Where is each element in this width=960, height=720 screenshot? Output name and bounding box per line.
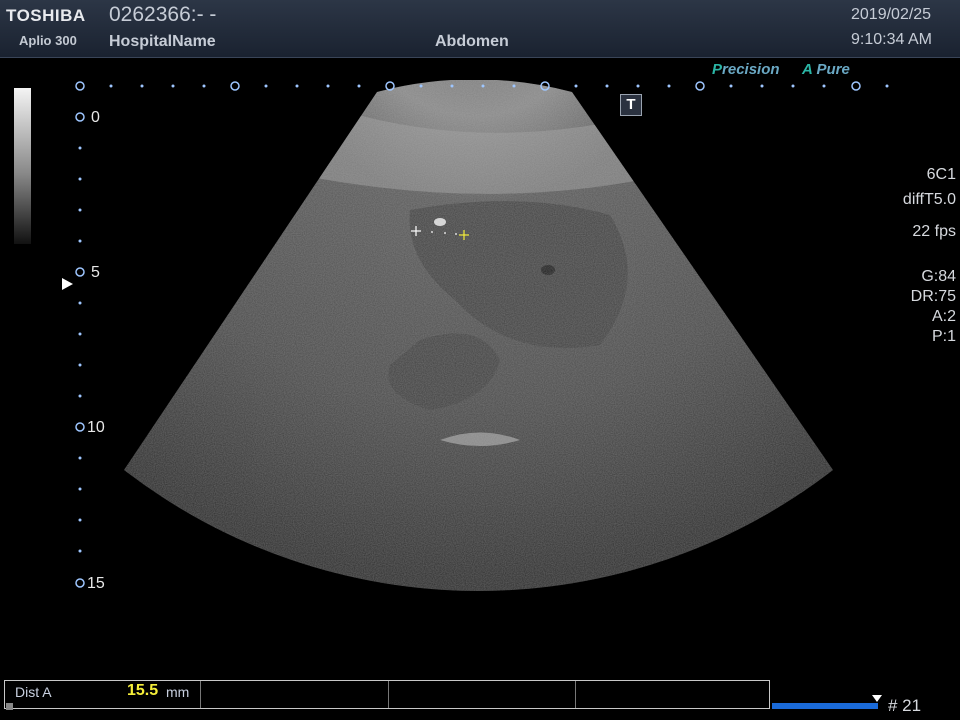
scale-minor [295,84,299,88]
depth-minor [78,301,82,305]
measurement-unit: mm [166,684,190,700]
measurement-table: Dist A 15.5 mm [4,680,770,709]
p-value: P:1 [931,328,956,345]
depth-major [75,578,85,588]
scale-minor [202,84,206,88]
measurement-cell-empty[interactable] [389,681,576,708]
depth-label-15: 15 [87,575,105,592]
depth-minor [78,394,82,398]
measurement-label: Dist A [15,684,52,700]
depth-minor [78,363,82,367]
scale-minor [605,84,609,88]
frame-rate: 22 fps [912,223,956,240]
measurement-cell-empty[interactable] [576,681,769,708]
scale-minor [512,84,516,88]
depth-minor [78,518,82,522]
depth-major [75,267,85,277]
scale-major [695,81,705,91]
scale-minor [574,84,578,88]
scale-minor [109,84,113,88]
measurement-cell-empty[interactable] [201,681,389,708]
depth-minor [78,549,82,553]
scale-major [75,81,85,91]
scale-major [851,81,861,91]
scale-minor [885,84,889,88]
a-value: A:2 [931,308,956,325]
scale-minor [636,84,640,88]
scale-minor [264,84,268,88]
speckle-texture [124,80,833,591]
t-marker-icon[interactable]: T [620,94,642,116]
measurement-value: 15.5 [127,682,159,699]
depth-label-5: 5 [91,264,100,281]
indicator-square [6,703,13,710]
ultrasound-image [75,80,889,591]
frame-number: # 21 [888,696,922,715]
depth-major [75,112,85,122]
scale-minor [140,84,144,88]
scale-minor [357,84,361,88]
scale-minor [326,84,330,88]
scale-minor [760,84,764,88]
cine-progress-bar[interactable] [772,703,878,709]
probe-name: 6C1 [926,166,956,183]
depth-minor [78,239,82,243]
cine-marker-icon[interactable] [872,695,882,702]
sector-content [124,80,833,591]
scale-minor [822,84,826,88]
measurement-cell[interactable]: Dist A 15.5 mm [5,681,202,708]
scale-minor [667,84,671,88]
focus-marker-icon[interactable] [62,278,73,290]
depth-minor [78,208,82,212]
scale-minor [419,84,423,88]
depth-scale-dots [75,112,85,588]
gain-value: G:84 [921,268,956,285]
depth-label-10: 10 [87,419,105,436]
scale-minor [729,84,733,88]
preset-name: diffT5.0 [902,191,956,208]
depth-major [75,422,85,432]
scale-minor [450,84,454,88]
depth-minor [78,487,82,491]
depth-minor [78,332,82,336]
scale-minor [481,84,485,88]
depth-label-0: 0 [91,109,100,126]
scale-minor [171,84,175,88]
depth-minor [78,177,82,181]
scale-major [230,81,240,91]
depth-minor [78,456,82,460]
dynamic-range-value: DR:75 [910,288,956,305]
depth-minor [78,146,82,150]
scale-minor [791,84,795,88]
